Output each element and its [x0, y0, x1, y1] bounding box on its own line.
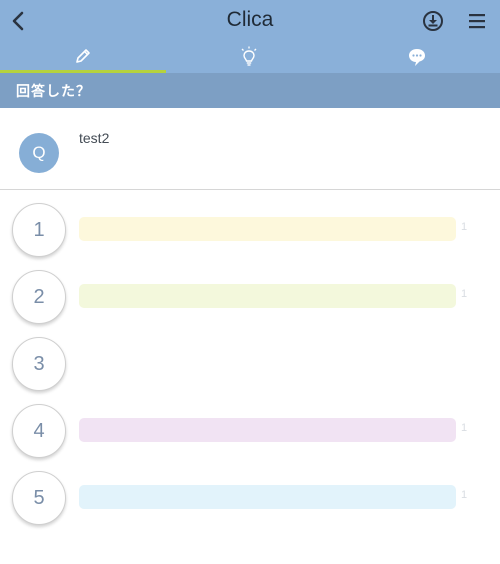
option-result-bar	[79, 485, 456, 509]
pencil-icon	[76, 49, 90, 63]
option-count: 1	[461, 422, 468, 434]
download-circle-icon[interactable]	[422, 10, 444, 32]
option-number-button[interactable]: 2	[12, 270, 66, 324]
section-header: 回答した？	[0, 73, 500, 108]
option-number-button[interactable]: 5	[12, 471, 66, 525]
tab-idea[interactable]	[166, 42, 332, 73]
question-badge: Q	[19, 133, 59, 173]
option-row-1[interactable]: 1 1	[0, 203, 500, 259]
tab-answer[interactable]	[0, 42, 166, 73]
option-number-button[interactable]: 4	[12, 404, 66, 458]
option-count: 1	[461, 288, 468, 300]
tab-bar	[0, 42, 500, 73]
option-result-bar	[79, 284, 456, 308]
option-number-button[interactable]: 1	[12, 203, 66, 257]
option-row-3[interactable]: 3	[0, 337, 500, 393]
option-count: 1	[461, 221, 468, 233]
option-row-4[interactable]: 4 1	[0, 404, 500, 460]
question-text: test2	[79, 130, 110, 146]
section-title: 回答した？	[16, 83, 91, 99]
tab-comment[interactable]	[334, 42, 500, 73]
lightbulb-icon	[241, 46, 257, 66]
option-result-bar	[79, 418, 456, 442]
option-row-2[interactable]: 2 1	[0, 270, 500, 326]
question-card: Q test2	[0, 108, 500, 190]
app-header: Clica	[0, 0, 500, 42]
option-number-button[interactable]: 3	[12, 337, 66, 391]
option-count: 1	[461, 489, 468, 501]
option-result-bar	[79, 217, 456, 241]
hamburger-menu-icon[interactable]	[466, 11, 488, 31]
option-row-5[interactable]: 5 1	[0, 471, 500, 527]
speech-bubble-icon	[409, 49, 425, 66]
